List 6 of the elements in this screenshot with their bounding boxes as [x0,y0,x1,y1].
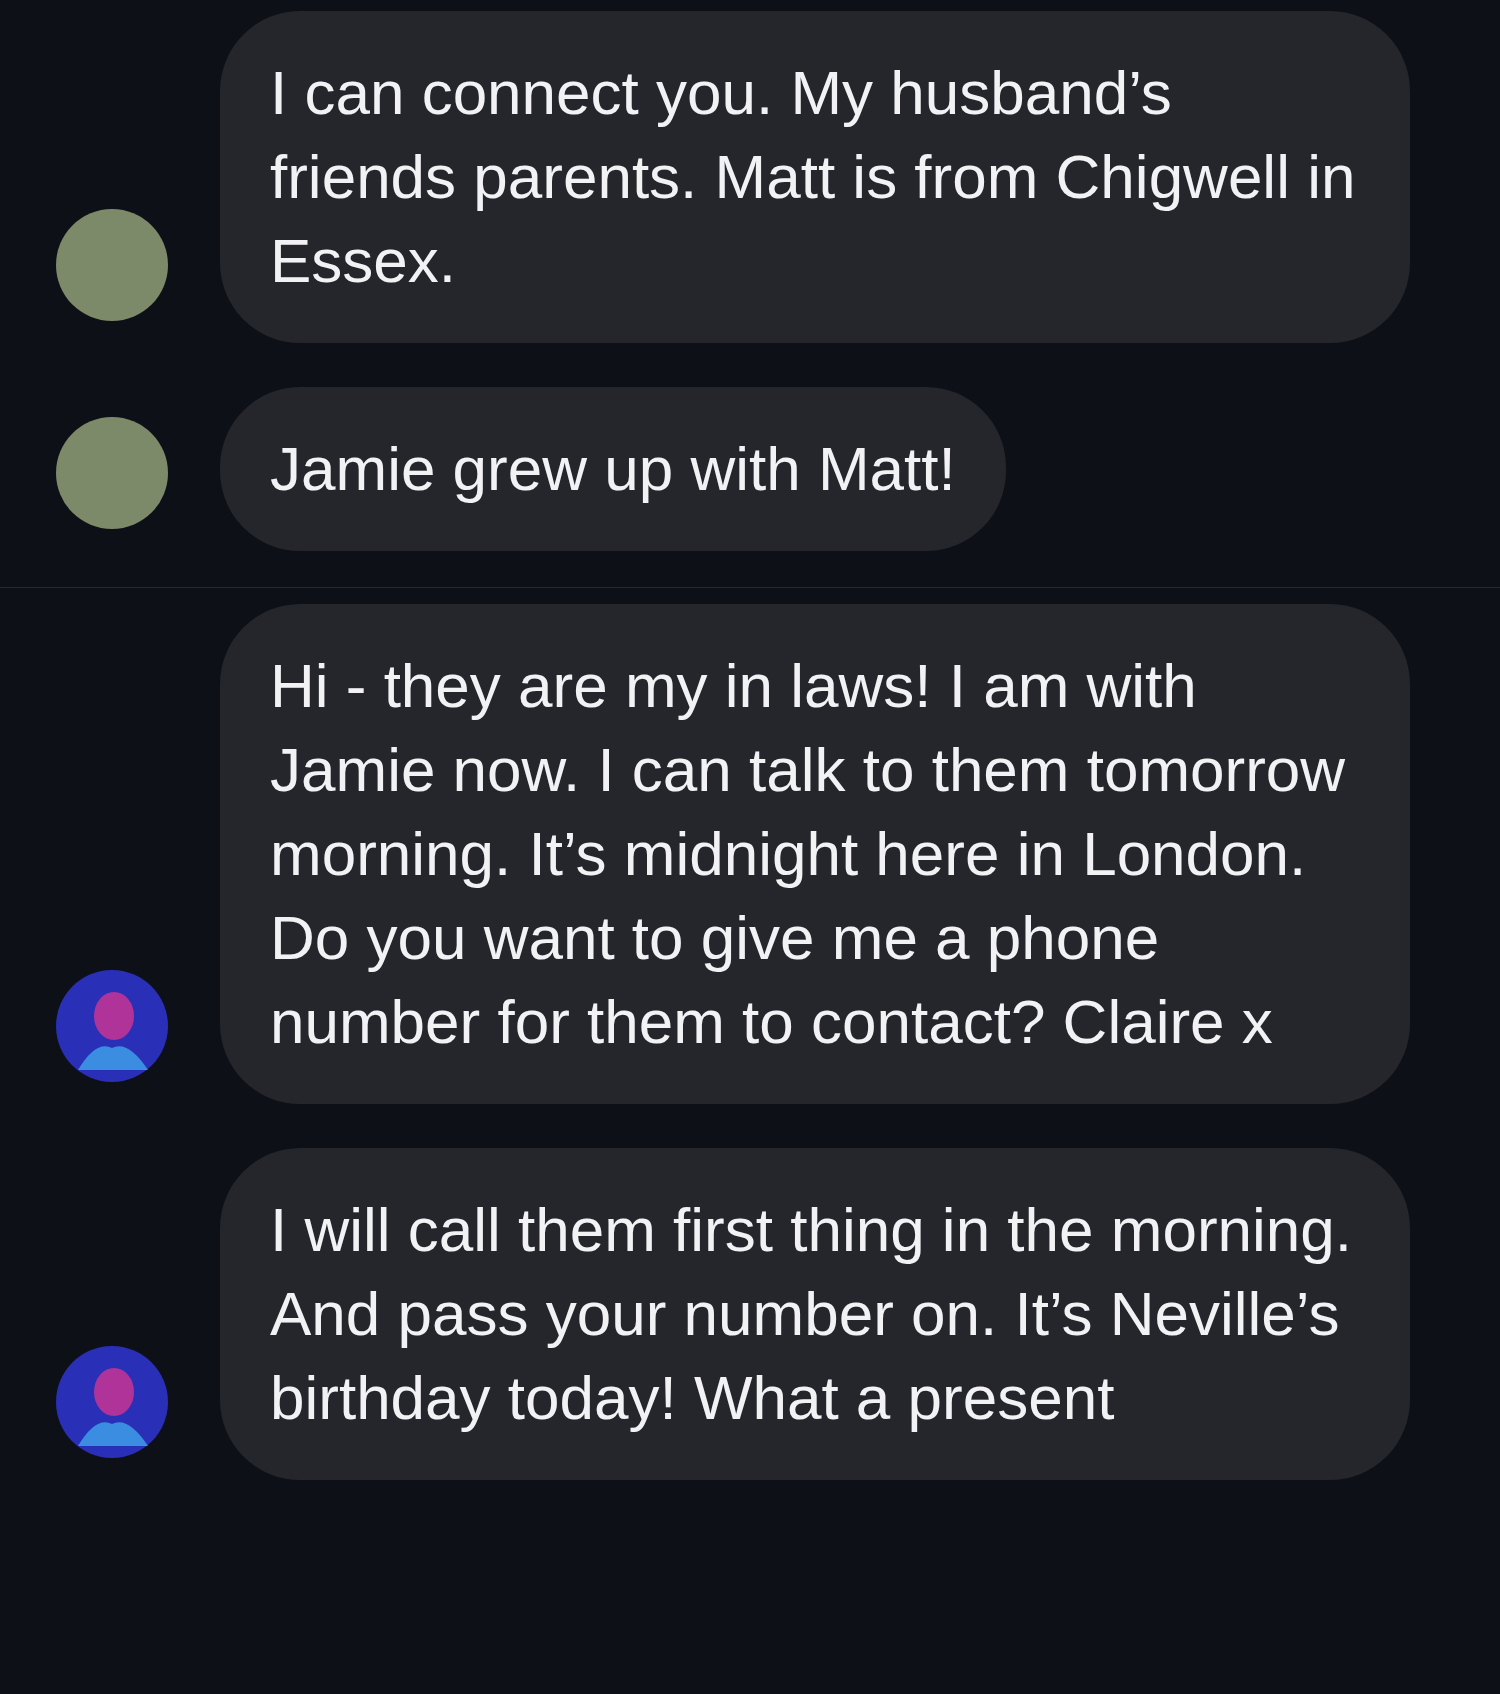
message-bubble: Hi - they are my in laws! I am with Jamie now. I can talk to them tomorrow morning. It’s midnight here in London. Do you want to give me a phone number for them to contact? Claire x [220,604,1410,1104]
avatar-icon [56,1346,168,1458]
message-bubble: I will call them first thing in the morning. And pass your number on. It’s Neville’s birthday today! What a present [220,1148,1410,1480]
avatar-icon [56,970,168,1082]
message-bubble: I can connect you. My husband’s friends parents. Matt is from Chigwell in Essex. [220,11,1410,343]
message-bubble: Jamie grew up with Matt! [220,387,1006,551]
